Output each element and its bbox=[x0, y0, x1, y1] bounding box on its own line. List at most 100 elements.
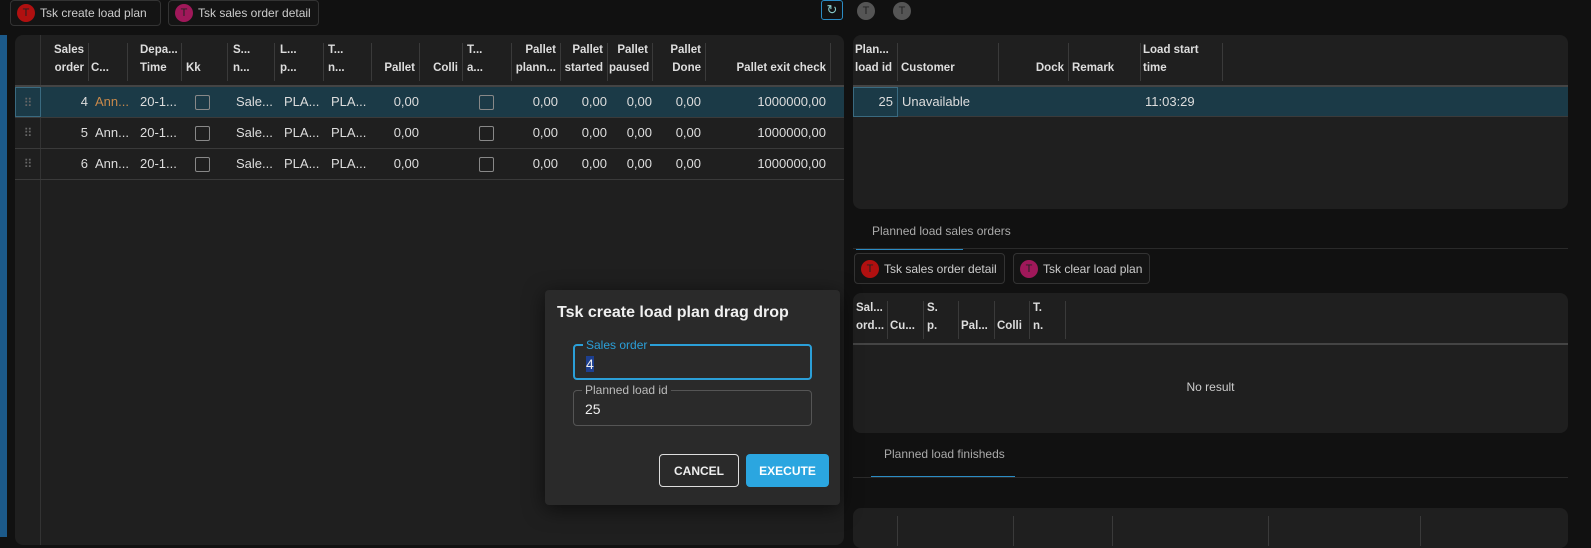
column-header[interactable]: Colli bbox=[420, 41, 458, 77]
kk-checkbox[interactable] bbox=[195, 157, 210, 172]
column-separator[interactable] bbox=[181, 43, 182, 81]
column-header[interactable]: Sal... ord... bbox=[856, 299, 884, 335]
avatar[interactable]: T bbox=[857, 2, 875, 20]
column-separator[interactable] bbox=[994, 301, 995, 339]
table-row[interactable]: 25 Unavailable 11:03:29 bbox=[853, 87, 1568, 117]
column-header[interactable]: Dock bbox=[1000, 41, 1064, 77]
cell-t: PLA... bbox=[331, 94, 367, 109]
column-header[interactable]: L... p... bbox=[280, 41, 319, 77]
column-header[interactable]: Cu... bbox=[890, 299, 919, 335]
column-header[interactable]: Pallet bbox=[373, 41, 415, 77]
column-separator[interactable] bbox=[652, 43, 653, 81]
cell-planned: 0,00 bbox=[532, 125, 558, 140]
drag-handle-icon[interactable]: ⠿ bbox=[15, 118, 41, 148]
column-separator[interactable] bbox=[830, 43, 831, 81]
column-header[interactable]: T... n... bbox=[328, 41, 367, 77]
column-header[interactable]: S. p. bbox=[927, 299, 954, 335]
column-header[interactable]: Sales order bbox=[43, 41, 84, 77]
table-row[interactable]: ⠿ 5 Ann... 20-1... Sale... PLA... PLA... 0,00 0,… bbox=[15, 118, 844, 149]
avatar[interactable]: T bbox=[893, 2, 911, 20]
button-label: Tsk sales order detail bbox=[884, 261, 997, 276]
sales-order-input[interactable]: Sales order 4 bbox=[573, 338, 812, 380]
column-separator[interactable] bbox=[323, 43, 324, 81]
tsk-sales-order-detail-button[interactable]: T Tsk sales order detail bbox=[168, 0, 319, 26]
column-header[interactable]: Pallet exit check bbox=[707, 41, 827, 77]
column-separator[interactable] bbox=[274, 43, 275, 81]
column-separator[interactable] bbox=[371, 43, 372, 81]
column-separator[interactable] bbox=[1065, 301, 1066, 339]
header-line bbox=[373, 41, 415, 59]
column-header[interactable]: S... n... bbox=[233, 41, 270, 77]
header-line: Pal... bbox=[961, 320, 988, 332]
task-icon: T bbox=[175, 4, 193, 22]
column-header[interactable]: Load start time bbox=[1143, 41, 1218, 77]
planned-load-id-input[interactable]: Planned load id 25 bbox=[573, 383, 812, 426]
column-header[interactable]: Remark bbox=[1072, 41, 1136, 77]
column-separator[interactable] bbox=[1222, 43, 1223, 81]
header-line: plann... bbox=[515, 62, 556, 74]
header-line: paused bbox=[609, 62, 650, 74]
column-separator[interactable] bbox=[462, 43, 463, 81]
column-separator[interactable] bbox=[1068, 43, 1069, 81]
cell-pallet: 0,00 bbox=[393, 125, 419, 140]
column-separator[interactable] bbox=[607, 43, 608, 81]
tsk-sales-order-detail-button[interactable]: T Tsk sales order detail bbox=[854, 253, 1005, 284]
column-separator[interactable] bbox=[1140, 43, 1141, 81]
column-separator[interactable] bbox=[1029, 301, 1030, 339]
column-header[interactable]: Pallet started bbox=[562, 41, 603, 77]
column-header[interactable]: T... a... bbox=[467, 41, 507, 77]
column-separator[interactable] bbox=[998, 43, 999, 81]
header-line: started bbox=[564, 62, 603, 74]
kk-checkbox[interactable] bbox=[195, 126, 210, 141]
button-label: Tsk sales order detail bbox=[198, 6, 311, 20]
header-line bbox=[1000, 41, 1064, 59]
cell-t: PLA... bbox=[331, 156, 367, 171]
execute-button[interactable]: EXECUTE bbox=[746, 454, 829, 487]
drag-handle-icon[interactable]: ⠿ bbox=[15, 149, 41, 179]
table-row[interactable]: ⠿ 6 Ann... 20-1... Sale... PLA... PLA... 0,00 0,… bbox=[15, 149, 844, 180]
header-line bbox=[1072, 41, 1136, 59]
column-header[interactable]: Pallet paused bbox=[609, 41, 650, 77]
tsk-clear-load-plan-button[interactable]: T Tsk clear load plan bbox=[1013, 253, 1150, 284]
header-line: n... bbox=[233, 62, 250, 74]
column-header[interactable]: Depa... Time bbox=[140, 41, 178, 77]
kk-checkbox[interactable] bbox=[195, 95, 210, 110]
cell-t: PLA... bbox=[331, 125, 367, 140]
column-header[interactable]: Pallet Done bbox=[655, 41, 701, 77]
column-separator[interactable] bbox=[88, 43, 89, 81]
column-separator[interactable] bbox=[511, 43, 512, 81]
column-separator[interactable] bbox=[958, 301, 959, 339]
table-row[interactable]: ⠿ 4 Ann... 20-1... Sale... PLA... PLA... 0,00 0,… bbox=[15, 87, 844, 118]
column-header[interactable]: Pal... bbox=[961, 299, 990, 335]
column-separator[interactable] bbox=[887, 301, 888, 339]
t-checkbox[interactable] bbox=[479, 95, 494, 110]
column-separator[interactable] bbox=[560, 43, 561, 81]
column-header[interactable]: Customer bbox=[901, 41, 994, 77]
t-checkbox[interactable] bbox=[479, 157, 494, 172]
column-header[interactable]: Plan... load id bbox=[855, 41, 893, 77]
button-label: Tsk clear load plan bbox=[1043, 261, 1143, 276]
header-line: Done bbox=[672, 62, 701, 74]
cell-exit: 1000000,00 bbox=[757, 156, 826, 171]
refresh-icon[interactable]: ↻ bbox=[821, 0, 843, 20]
header-line: Kk bbox=[186, 62, 201, 74]
empty-state: No result bbox=[1186, 380, 1235, 394]
t-checkbox[interactable] bbox=[479, 126, 494, 141]
tsk-create-load-plan-button[interactable]: T Tsk create load plan bbox=[10, 0, 161, 26]
create-load-plan-dialog: Tsk create load plan drag drop Sales ord… bbox=[545, 290, 840, 505]
column-separator[interactable] bbox=[227, 43, 228, 81]
column-header[interactable]: Colli bbox=[997, 299, 1025, 335]
column-header[interactable]: Kk bbox=[186, 41, 223, 77]
column-header[interactable]: C... bbox=[91, 41, 123, 77]
column-separator[interactable] bbox=[897, 43, 898, 81]
cell-exit: 1000000,00 bbox=[757, 125, 826, 140]
drag-handle-icon[interactable]: ⠿ bbox=[15, 87, 41, 117]
column-separator[interactable] bbox=[705, 43, 706, 81]
column-separator[interactable] bbox=[923, 301, 924, 339]
column-header[interactable]: T. n. bbox=[1033, 299, 1061, 335]
column-header[interactable]: Pallet plann... bbox=[513, 41, 556, 77]
column-separator[interactable] bbox=[127, 43, 128, 81]
cancel-button[interactable]: CANCEL bbox=[659, 454, 739, 487]
tab-planned-load-finisheds[interactable]: Planned load finisheds bbox=[884, 447, 1005, 461]
tab-planned-load-sales-orders[interactable]: Planned load sales orders bbox=[872, 224, 1011, 238]
